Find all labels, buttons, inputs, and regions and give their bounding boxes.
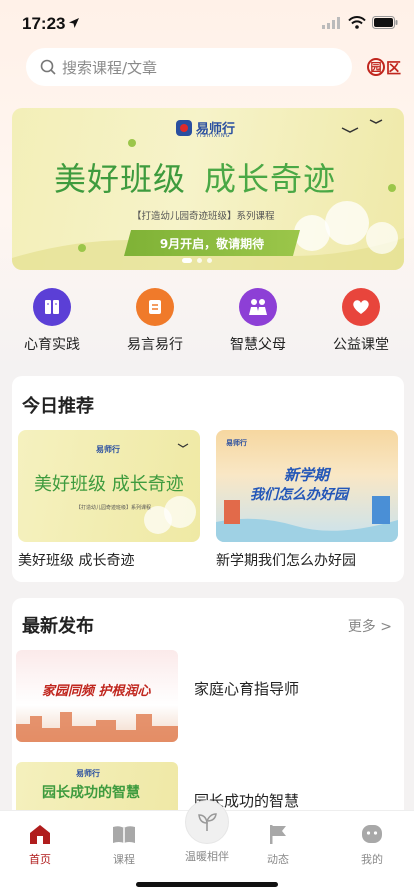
category-item-xinyu[interactable]: 心育实践 <box>2 288 102 354</box>
sprout-icon <box>198 813 217 831</box>
garden-zone-button[interactable]: 园区 <box>366 56 402 78</box>
thumb-decoration <box>144 443 196 534</box>
document-icon <box>136 288 174 326</box>
wifi-icon <box>348 16 366 29</box>
banner-title-part1: 美好班级 <box>54 160 187 198</box>
latest-item[interactable]: 家园同频 护根润心 家庭心育指导师 <box>16 650 396 742</box>
tab-label: 我的 <box>361 853 383 866</box>
section-title: 最新发布 <box>22 616 94 637</box>
more-link[interactable]: 更多 > <box>348 616 392 636</box>
home-indicator <box>136 882 278 887</box>
brand-logo-icon <box>176 119 192 136</box>
open-book-icon <box>113 826 135 843</box>
flag-icon <box>270 825 286 844</box>
recommend-item[interactable]: 易师行 新学期 我们怎么办好园 新学期我们怎么办好园 <box>216 430 398 570</box>
latest-section: 最新发布 更多 > 家园同频 护根润心 家庭心育指导师 易师行 园长成功的智慧 … <box>12 598 404 828</box>
banner-tag: 9月开启，敬请期待 <box>124 230 300 256</box>
carousel-dot <box>207 258 212 263</box>
search-input[interactable]: 搜索课程/文章 <box>26 48 352 86</box>
location-arrow-icon <box>69 18 79 28</box>
recommend-caption: 美好班级 成长奇迹 <box>18 553 135 569</box>
recommend-thumbnail: 易师行 新学期 我们怎么办好园 <box>216 430 398 542</box>
carousel-dot <box>197 258 202 263</box>
battery-icon <box>372 16 398 29</box>
status-time: 17:23 <box>22 14 66 33</box>
status-bar: 17:23 <box>0 0 414 46</box>
category-label: 公益课堂 <box>333 337 389 353</box>
banner-title-part2: 成长奇迹 <box>204 160 337 198</box>
thumb-brand: 易师行 <box>76 769 100 778</box>
garden-zone-char2: 区 <box>385 58 401 77</box>
section-title: 今日推荐 <box>22 396 94 417</box>
tab-label: 温暖相伴 <box>185 850 229 863</box>
heart-hands-icon <box>342 288 380 326</box>
garden-zone-char1: 园 <box>366 58 385 76</box>
tab-home[interactable]: 首页 <box>10 821 70 867</box>
tab-profile[interactable]: 我的 <box>342 821 402 867</box>
banner-title: 美好班级 成长奇迹 <box>54 154 336 200</box>
recommend-item[interactable]: 易师行 美好班级 成长奇迹 【打造幼儿园奇迹班级】系列课程 美好班级 成长奇迹 <box>18 430 200 570</box>
category-label: 心育实践 <box>24 337 80 353</box>
tab-feed[interactable]: 动态 <box>248 821 308 867</box>
carousel-dot <box>182 258 192 263</box>
recommend-caption: 新学期我们怎么办好园 <box>216 553 356 569</box>
tab-companion[interactable] <box>185 800 229 844</box>
latest-thumbnail: 家园同频 护根润心 <box>16 650 178 742</box>
thumb-decoration <box>216 496 398 542</box>
category-label: 智慧父母 <box>230 337 286 353</box>
banner-subtitle: 【打造幼儿园奇迹班级】系列课程 <box>132 211 275 222</box>
profile-face-icon <box>362 825 382 843</box>
recommend-thumbnail: 易师行 美好班级 成长奇迹 【打造幼儿园奇迹班级】系列课程 <box>18 430 200 542</box>
cellular-signal-icon <box>322 17 340 29</box>
carousel-indicator <box>182 258 212 263</box>
latest-title: 家庭心育指导师 <box>194 680 300 698</box>
banner-carousel[interactable]: 易师行 YISHIXING 美好班级 成长奇迹 【打造幼儿园奇迹班级】系列课程 9… <box>12 108 404 270</box>
category-label: 易言易行 <box>127 337 183 353</box>
thumb-decoration <box>16 712 178 742</box>
category-item-yiyan[interactable]: 易言易行 <box>105 288 205 354</box>
category-item-zhihui[interactable]: 智慧父母 <box>208 288 308 354</box>
banner-logo: 易师行 YISHIXING <box>176 118 235 139</box>
tab-courses[interactable]: 课程 <box>94 821 154 867</box>
search-placeholder: 搜索课程/文章 <box>62 58 158 77</box>
search-icon <box>40 59 56 75</box>
category-item-gongyi[interactable]: 公益课堂 <box>311 288 411 354</box>
thumb-title: 园长成功的智慧 <box>42 785 140 801</box>
tab-label: 动态 <box>267 853 289 866</box>
parents-icon <box>239 288 277 326</box>
book-icon <box>33 288 71 326</box>
banner-brand-sub: YISHIXING <box>196 133 231 139</box>
home-icon <box>30 825 50 844</box>
tab-label: 课程 <box>113 853 135 866</box>
recommend-section: 今日推荐 易师行 美好班级 成长奇迹 【打造幼儿园奇迹班级】系列课程 美好班级 … <box>12 376 404 582</box>
tab-label: 首页 <box>29 853 51 866</box>
category-grid: 心育实践 易言易行 智慧父母 公益课堂 <box>0 288 414 358</box>
